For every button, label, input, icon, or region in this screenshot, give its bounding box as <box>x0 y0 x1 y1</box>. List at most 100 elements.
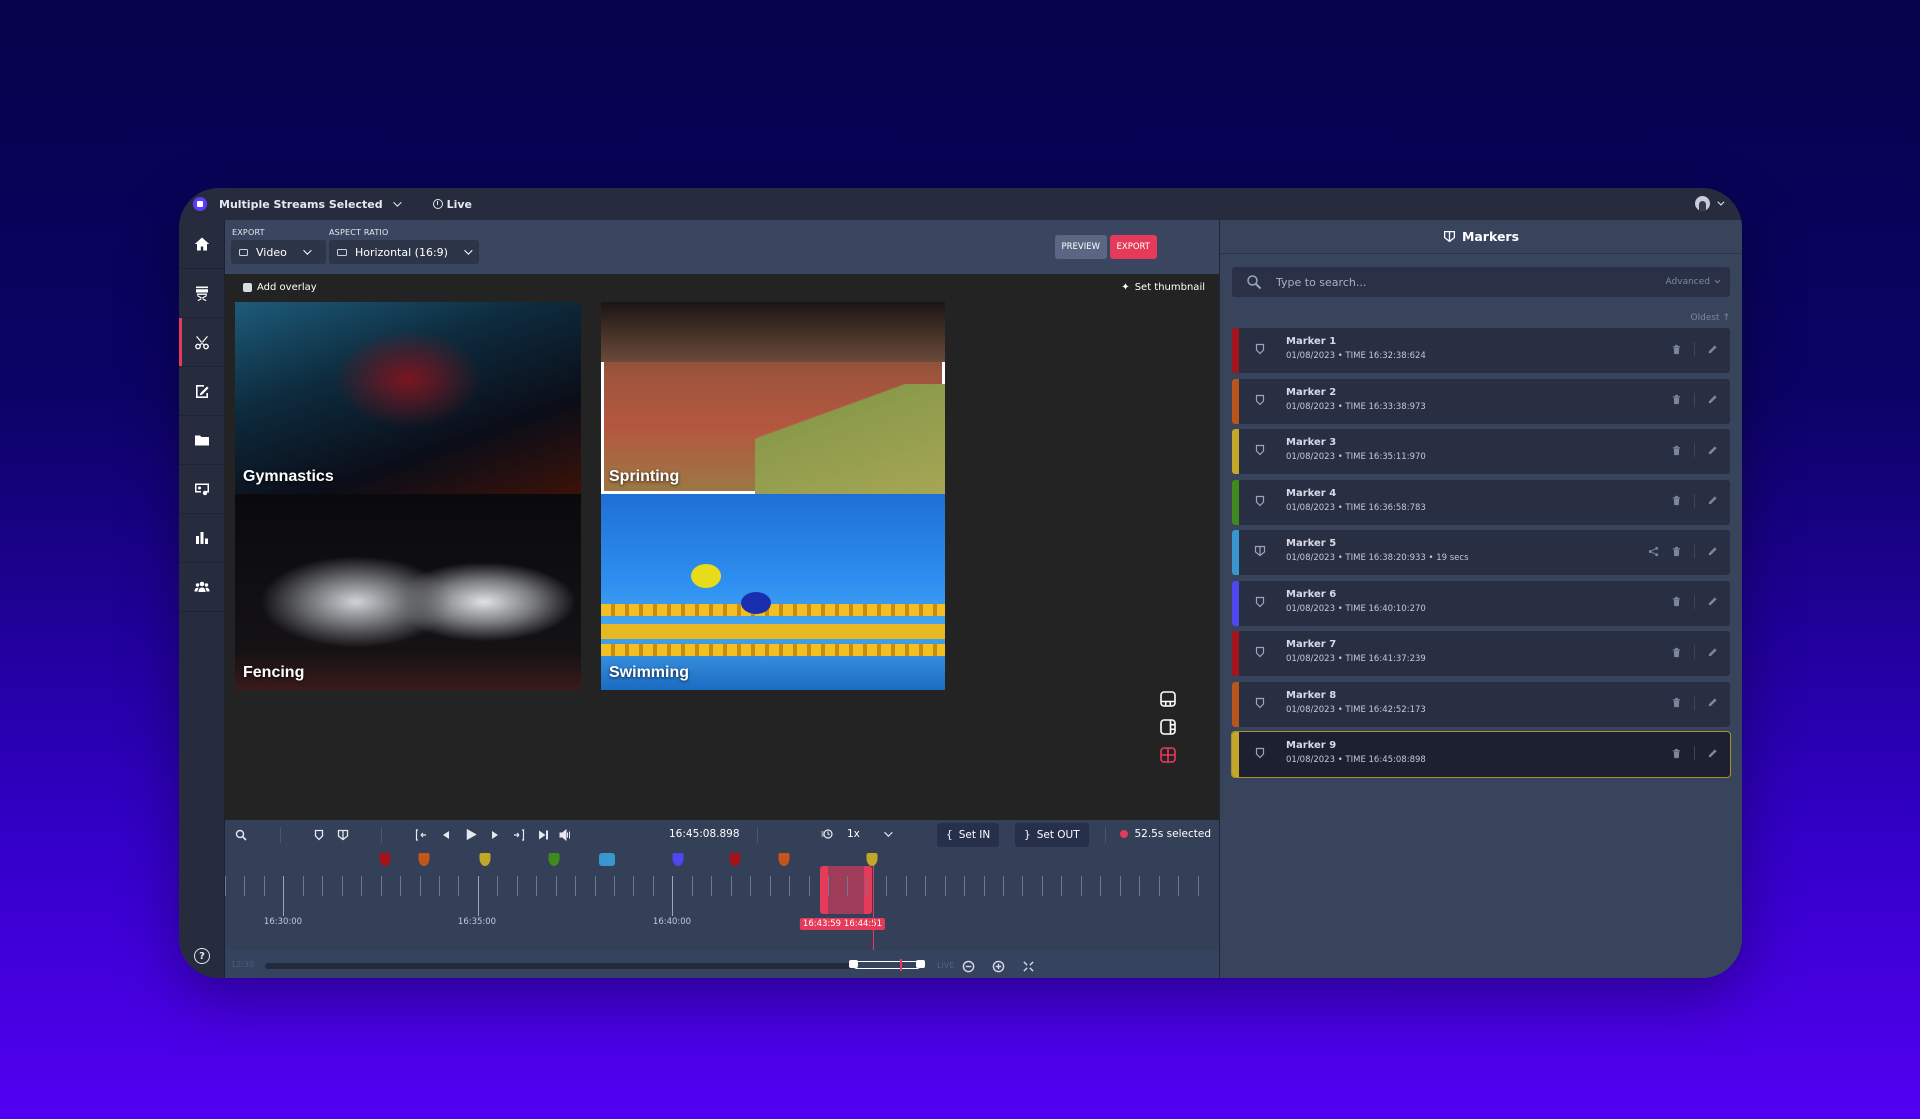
marker-list-item[interactable]: Marker 7 01/08/2023 • TIME 16:41:37:239 <box>1232 631 1730 676</box>
skip-to-end-button[interactable] <box>537 829 549 841</box>
step-back-button[interactable] <box>440 829 452 841</box>
aspect-ratio-select[interactable]: Horizontal (16:9) <box>329 240 479 264</box>
pencil-icon[interactable] <box>1707 748 1718 759</box>
timeline-range-marker[interactable] <box>599 853 616 866</box>
sidebar-item-home[interactable] <box>179 220 224 269</box>
add-marker-button[interactable] <box>313 829 325 841</box>
fit-timeline-button[interactable] <box>1021 959 1035 973</box>
pencil-icon[interactable] <box>1707 445 1718 456</box>
set-out-button[interactable]: } Set OUT <box>1015 823 1089 847</box>
pencil-icon[interactable] <box>1707 596 1718 607</box>
users-icon <box>194 581 209 592</box>
step-forward-button[interactable] <box>489 829 501 841</box>
layout-side-strip-icon[interactable] <box>1159 718 1177 736</box>
marker-list-item[interactable]: Marker 1 01/08/2023 • TIME 16:32:38:624 <box>1232 328 1730 373</box>
marker-list-item[interactable]: Marker 2 01/08/2023 • TIME 16:33:38:973 <box>1232 378 1730 424</box>
overview-track[interactable] <box>265 963 853 969</box>
video-tile-fencing[interactable]: Fencing <box>235 494 581 690</box>
playhead[interactable] <box>870 855 876 950</box>
trash-icon[interactable] <box>1671 697 1682 708</box>
timeline-marker[interactable] <box>778 853 789 866</box>
advanced-search-toggle[interactable]: Advanced <box>1666 277 1721 287</box>
media-settings-icon <box>194 483 209 496</box>
video-tile-gymnastics[interactable]: Gymnastics <box>235 302 581 494</box>
timeline-marker[interactable] <box>729 853 741 866</box>
sidebar-item-edit[interactable] <box>179 367 224 416</box>
seek-to-in-button[interactable] <box>415 829 427 841</box>
zoom-button[interactable] <box>235 829 247 841</box>
timeline-marker[interactable] <box>418 853 430 866</box>
sort-order-toggle[interactable]: Oldest ↑ <box>1691 313 1730 323</box>
sidebar-item-team[interactable] <box>179 563 224 612</box>
timeline-marker[interactable] <box>379 853 391 866</box>
live-button[interactable]: Live <box>432 198 472 211</box>
overview-window-handle[interactable] <box>849 960 925 969</box>
marker-list-item[interactable]: Marker 4 01/08/2023 • TIME 16:36:58:783 <box>1232 479 1730 525</box>
add-range-marker-button[interactable] <box>337 829 349 841</box>
marker-list-item[interactable]: Marker 6 01/08/2023 • TIME 16:40:10:270 <box>1232 580 1730 626</box>
pencil-icon[interactable] <box>1707 495 1718 506</box>
sidebar-item-clip[interactable] <box>179 318 224 367</box>
marker-search-input[interactable] <box>1276 275 1666 289</box>
pencil-icon[interactable] <box>1707 647 1718 658</box>
playback-speed-select[interactable]: 1x <box>821 828 893 840</box>
trash-icon[interactable] <box>1671 495 1682 506</box>
stream-selector[interactable]: Multiple Streams Selected <box>219 198 402 211</box>
pencil-icon[interactable] <box>1707 697 1718 708</box>
help-button[interactable]: ? <box>194 948 210 964</box>
add-overlay-button[interactable]: Add overlay <box>243 282 317 293</box>
timeline-marker[interactable] <box>548 853 560 866</box>
zoom-in-button[interactable] <box>991 959 1005 973</box>
timeline-tick <box>769 876 771 896</box>
markers-title: Markers <box>1461 229 1520 244</box>
trash-icon[interactable] <box>1671 546 1682 557</box>
trash-icon[interactable] <box>1671 596 1682 607</box>
export-type-select[interactable]: Video <box>231 240 326 264</box>
timeline-tick <box>711 876 713 896</box>
timeline-marker[interactable] <box>866 853 878 866</box>
marker-meta: 01/08/2023 • TIME 16:36:58:783 <box>1286 503 1426 513</box>
preview-button[interactable]: PREVIEW <box>1054 235 1107 259</box>
selection-out-tag: 16:44:51 <box>840 918 886 930</box>
marker-date: 01/08/2023 <box>1286 452 1335 462</box>
zoom-out-button[interactable] <box>961 959 975 973</box>
marker-list-item[interactable]: Marker 9 01/08/2023 • TIME 16:45:08:898 <box>1231 731 1731 778</box>
trash-icon[interactable] <box>1671 748 1682 759</box>
marker-list-item[interactable]: Marker 3 01/08/2023 • TIME 16:35:11:970 <box>1232 429 1730 474</box>
set-thumbnail-button[interactable]: ✦ Set thumbnail <box>1121 282 1205 293</box>
trash-icon[interactable] <box>1671 445 1682 456</box>
timeline-tick <box>1178 876 1180 896</box>
pencil-icon[interactable] <box>1707 546 1718 557</box>
sidebar-item-folder[interactable] <box>179 416 224 465</box>
trash-icon[interactable] <box>1671 394 1682 405</box>
user-menu[interactable] <box>1695 196 1725 211</box>
current-time: 16:45:08.898 <box>669 828 740 840</box>
tick-label: 16:30:00 <box>263 917 303 927</box>
trash-icon[interactable] <box>1671 647 1682 658</box>
timeline-marker[interactable] <box>479 853 491 866</box>
trash-icon[interactable] <box>1671 344 1682 355</box>
pencil-icon[interactable] <box>1707 344 1718 355</box>
marker-list-item[interactable]: Marker 8 01/08/2023 • TIME 16:42:52:173 <box>1232 681 1730 727</box>
selection-in-tag: 16:43:59 <box>799 918 845 930</box>
sidebar-item-director[interactable] <box>179 269 224 318</box>
sidebar-item-media-settings[interactable] <box>179 465 224 514</box>
layout-single-strip-icon[interactable] <box>1159 690 1177 708</box>
play-button[interactable] <box>463 827 478 842</box>
video-tile-sprinting[interactable]: Sprinting <box>601 302 945 494</box>
video-tile-swimming[interactable]: Swimming <box>601 494 945 690</box>
export-button[interactable]: EXPORT <box>1109 235 1157 259</box>
pencil-icon[interactable] <box>1707 394 1718 405</box>
seek-to-out-button[interactable] <box>513 829 525 841</box>
timeline[interactable]: 16:30:00 16:35:00 16:40:00 16:43:59 16:4… <box>225 850 1219 950</box>
share-icon[interactable] <box>1648 546 1659 557</box>
sidebar-item-analytics[interactable] <box>179 514 224 563</box>
set-in-button[interactable]: { Set IN <box>937 823 1000 847</box>
layout-grid-icon[interactable] <box>1159 746 1177 764</box>
overview-live-label[interactable]: LIVE <box>937 961 954 970</box>
app-logo[interactable] <box>193 197 207 211</box>
volume-button[interactable] <box>559 829 571 841</box>
marker-list-item[interactable]: Marker 5 01/08/2023 • TIME 16:38:20:933 … <box>1232 530 1730 575</box>
timeline-marker[interactable] <box>672 853 684 866</box>
divider <box>381 827 382 843</box>
